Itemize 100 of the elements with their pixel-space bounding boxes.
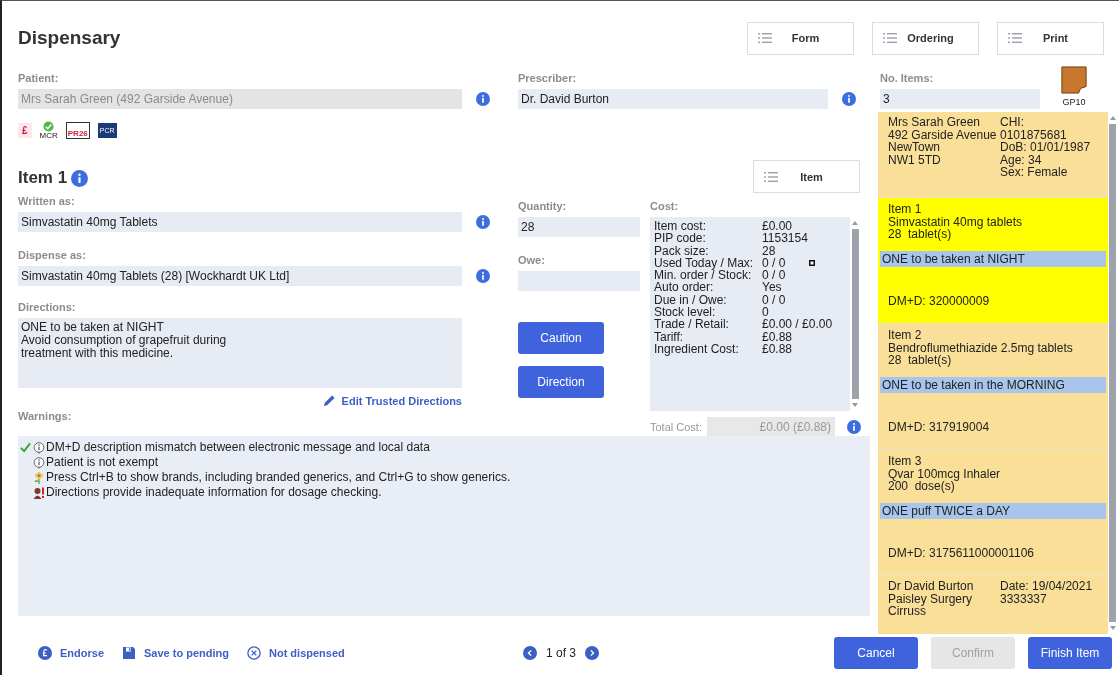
floppy-icon <box>122 646 136 660</box>
directions-band: ONE to be taken in the MORNING <box>880 376 1106 393</box>
directions-band: ONE puff TWICE a DAY <box>880 502 1106 519</box>
item-heading: Item 1 <box>18 168 68 188</box>
page-title: Dispensary <box>18 27 121 49</box>
summary-text: Mrs Sarah Green <box>888 116 982 129</box>
warning-text: Press Ctrl+B to show brands, including branded generics, and Ctrl+G to show generics. <box>46 470 511 485</box>
action-button[interactable]: Direction <box>518 366 604 398</box>
item-button[interactable]: Item <box>753 160 860 193</box>
field-label: Dispense as: <box>18 248 87 262</box>
header-button[interactable]: Ordering <box>872 21 979 55</box>
summary-text: Bendroflumethiazide 2.5mg tablets <box>888 341 1074 354</box>
summary-text: Paisley Surgery <box>888 592 974 605</box>
dispense-as-field[interactable]: Simvastatin 40mg Tablets (28) [Wockhardt UK Ltd] <box>18 266 462 286</box>
cost-value: 0 / 0 <box>762 256 786 270</box>
cost-value: 0 / 0 <box>762 293 786 307</box>
field-label: Owe: <box>518 253 546 267</box>
summary-text: 0101875681 <box>1000 128 1068 141</box>
list-icon <box>764 171 778 182</box>
cost-value: 0 / 0 <box>762 269 786 282</box>
cost-label: Used Today / Max: <box>654 256 755 270</box>
edit-directions-link[interactable]: Edit Trusted Directions <box>341 394 462 407</box>
footer-action[interactable]: Endorse <box>38 646 104 660</box>
header-button[interactable]: Print <box>997 21 1104 55</box>
field-label: Prescriber: <box>518 71 578 85</box>
footer-button[interactable]: Cancel <box>834 637 918 669</box>
cost-value: £0.88 <box>762 330 793 343</box>
directions-field[interactable]: ONE to be taken at NIGHT Avoid consumption of grapefruit during treatment with this medicine. <box>18 318 462 388</box>
list-icon <box>758 33 772 43</box>
previous-icon[interactable] <box>523 646 537 660</box>
summary-text: Item 2 <box>888 329 923 342</box>
footer-button[interactable]: Finish Item <box>1028 637 1112 669</box>
x-circle-icon <box>247 646 261 660</box>
summary-text: NewTown <box>888 141 942 154</box>
owe-field[interactable] <box>518 271 640 291</box>
coin-icon <box>38 646 52 660</box>
summary-text: 28 tablet(s) <box>888 354 953 367</box>
info-icon[interactable] <box>476 92 490 106</box>
summary-text: 492 Garside Avenue <box>888 128 998 141</box>
summary-text: Simvastatin 40mg tablets <box>888 215 1024 228</box>
summary-item[interactable]: Item 2 Bendroflumethiazide 2.5mg tablets 28 tablet(s) ONE to be taken in the MORNING DM+D: 317919004 <box>878 323 1108 449</box>
cost-value: £0.88 <box>762 342 793 356</box>
cost-value: Yes <box>762 281 782 294</box>
summary-text: CHI: <box>1000 116 1025 129</box>
footer-action[interactable]: Not dispensed <box>247 646 345 660</box>
info-icon[interactable] <box>71 169 89 187</box>
total-label: Total Cost: <box>650 421 703 433</box>
summary-text: 28 tablet(s) <box>888 228 953 241</box>
prescriber-field[interactable]: Dr. David Burton <box>518 89 828 109</box>
cost-label: Trade / Retail: <box>654 318 730 331</box>
summary-text: DM+D: 3175611000001106 <box>888 546 1035 559</box>
list-icon <box>883 33 897 43</box>
field-label: Written as: <box>18 194 76 208</box>
summary-text: 200 dose(s) <box>888 480 956 493</box>
badge-text: MCR <box>39 131 58 140</box>
summary-item[interactable]: Item 1 Simvastatin 40mg tablets 28 tablet(s) ONE to be taken at NIGHT DM+D: 320000009 <box>878 197 1108 323</box>
action-button[interactable]: Caution <box>518 322 604 354</box>
warning-text: Directions provide inadequate information for dosage checking. <box>46 485 382 500</box>
info-icon[interactable] <box>476 215 490 229</box>
cost-label: PIP code: <box>654 232 707 245</box>
summary-text: DM+D: 317919004 <box>888 420 991 433</box>
cost-label: Ingredient Cost: <box>654 342 740 356</box>
written-as-field[interactable]: Simvastatin 40mg Tablets <box>18 212 462 232</box>
field-label: Quantity: <box>518 199 568 213</box>
cost-label: Min. order / Stock: <box>654 269 753 282</box>
summary-text: 3333337 <box>1000 592 1048 605</box>
summary-text: DM+D: 320000009 <box>888 294 991 307</box>
flower-icon <box>33 471 45 484</box>
info-icon[interactable] <box>842 92 856 106</box>
payment-badge: £ <box>18 122 32 138</box>
cost-value: 0 <box>762 306 769 319</box>
info-bubble-icon <box>33 456 45 469</box>
cost-value: £0.00 / £0.00 <box>762 318 833 331</box>
summary-item[interactable]: Item 3 Qvar 100mcg Inhaler 200 dose(s) ONE puff TWICE a DAY DM+D: 3175611000001106 <box>878 449 1108 575</box>
quantity-field[interactable]: 28 <box>518 217 640 237</box>
pencil-icon <box>322 394 336 407</box>
field-label: Cost: <box>650 199 680 213</box>
cost-label: Auto order: <box>654 281 715 294</box>
warning-text: DM+D description mismatch between electronic message and local data <box>46 440 430 455</box>
info-icon[interactable] <box>476 269 490 283</box>
field-label: No. Items: <box>880 71 935 85</box>
summary-text: Dr David Burton <box>888 580 975 593</box>
cost-value: 1153154 <box>762 232 808 245</box>
cost-value: 28 <box>762 244 776 257</box>
summary-text: Item 3 <box>888 455 923 468</box>
info-bubble-icon <box>33 441 45 454</box>
summary-text: Sex: Female <box>1000 166 1069 179</box>
cost-label: Item cost: <box>654 220 707 233</box>
cost-value: £0.00 <box>762 220 793 233</box>
cost-label: Stock level: <box>654 306 716 319</box>
page-indicator: 1 of 3 <box>546 646 577 660</box>
header-button[interactable]: Form <box>747 21 854 55</box>
no-items-field[interactable]: 3 <box>880 89 1040 109</box>
info-icon[interactable] <box>847 420 861 434</box>
total-field: £0.00 (£0.88) <box>707 417 835 437</box>
directions-band: ONE to be taken at NIGHT <box>880 250 1106 267</box>
field-label: Patient: <box>18 71 60 85</box>
next-icon[interactable] <box>585 646 600 660</box>
check-circle-icon <box>43 120 55 132</box>
footer-action[interactable]: Save to pending <box>122 646 229 660</box>
